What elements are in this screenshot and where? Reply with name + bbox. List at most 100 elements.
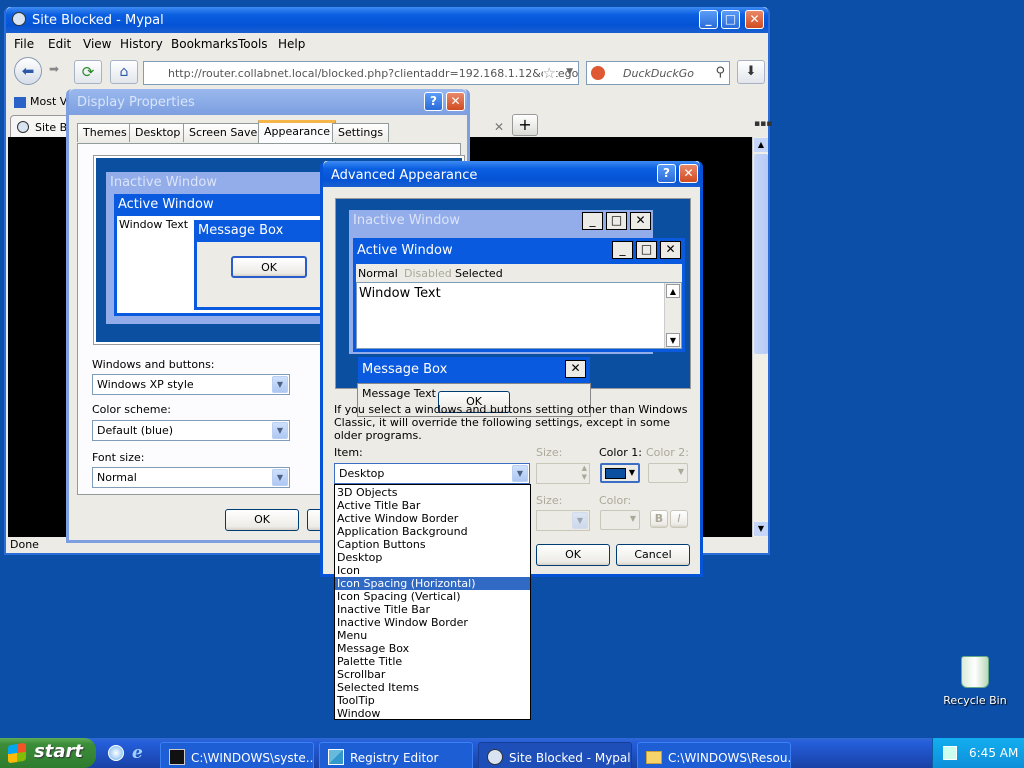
recycle-bin-icon xyxy=(961,656,989,688)
scroll-down-icon[interactable]: ▼ xyxy=(754,522,768,536)
item-option[interactable]: Active Title Bar xyxy=(335,499,530,512)
bookmark-star-icon[interactable]: ☆ xyxy=(542,64,556,82)
advanced-titlebar[interactable]: Advanced Appearance ? ✕ xyxy=(323,161,700,187)
menu-view[interactable]: View xyxy=(83,37,111,51)
tab-list-icon[interactable]: ▪▪▪ xyxy=(754,119,772,129)
scroll-thumb[interactable] xyxy=(754,154,768,354)
status-bar: Done xyxy=(10,538,39,551)
item-option[interactable]: Caption Buttons xyxy=(335,538,530,551)
item-option[interactable]: Inactive Title Bar xyxy=(335,603,530,616)
menu-history[interactable]: History xyxy=(120,37,163,51)
search-bar[interactable]: DuckDuckGo ⚲ xyxy=(586,61,730,85)
item-option[interactable]: Inactive Window Border xyxy=(335,616,530,629)
minimize-icon: _ xyxy=(582,212,603,230)
item-option[interactable]: Menu xyxy=(335,629,530,642)
internet-explorer-icon[interactable]: e xyxy=(132,743,143,763)
color-scheme-value: Default (blue) xyxy=(97,424,174,437)
item-option[interactable]: Application Background xyxy=(335,525,530,538)
close-button[interactable]: ✕ xyxy=(446,92,465,111)
item-option[interactable]: Icon xyxy=(335,564,530,577)
recycle-bin-shortcut[interactable]: Recycle Bin xyxy=(940,656,1010,712)
item-option[interactable]: Scrollbar xyxy=(335,668,530,681)
help-button[interactable]: ? xyxy=(424,92,443,111)
menu-tools[interactable]: Tools xyxy=(238,37,268,51)
reload-button[interactable]: ⟳ xyxy=(74,60,102,84)
item-option[interactable]: Selected Items xyxy=(335,681,530,694)
cancel-button[interactable]: Cancel xyxy=(616,544,690,566)
task-explorer[interactable]: C:\WINDOWS\Resou... xyxy=(637,742,791,768)
task-registry-editor[interactable]: Registry Editor xyxy=(319,742,473,768)
ok-button[interactable]: OK xyxy=(225,509,299,531)
adv-inactive-title: Inactive Window _ □ ✕ xyxy=(349,210,653,234)
maximize-button[interactable]: □ xyxy=(721,10,740,29)
item-option[interactable]: Icon Spacing (Vertical) xyxy=(335,590,530,603)
tab-desktop[interactable]: Desktop xyxy=(129,123,187,142)
url-bar[interactable]: http://router.collabnet.local/blocked.ph… xyxy=(143,61,579,85)
scroll-up-icon[interactable]: ▲ xyxy=(754,138,768,152)
browser-titlebar[interactable]: Site Blocked - Mypal _ □ ✕ xyxy=(6,7,768,33)
tab-themes[interactable]: Themes xyxy=(77,123,133,142)
item-select[interactable]: Desktop ▼ xyxy=(334,463,530,484)
new-tab-button[interactable]: + xyxy=(512,114,538,136)
advanced-preview: Inactive Window _ □ ✕ Active Window _ □ … xyxy=(335,198,691,389)
item-option[interactable]: Desktop xyxy=(335,551,530,564)
tab-appearance[interactable]: Appearance xyxy=(258,120,337,143)
clock[interactable]: 6:45 AM xyxy=(969,746,1018,760)
task-cmd[interactable]: C:\WINDOWS\syste... xyxy=(160,742,314,768)
desktop-icon[interactable] xyxy=(108,745,124,761)
console-icon xyxy=(169,749,185,765)
minimize-icon: _ xyxy=(612,241,633,259)
mypal-icon xyxy=(12,12,26,26)
windows-buttons-select[interactable]: Windows XP style ▼ xyxy=(92,374,290,395)
system-tray: 6:45 AM xyxy=(932,738,1024,768)
item-option[interactable]: ToolTip xyxy=(335,694,530,707)
help-button[interactable]: ? xyxy=(657,164,676,183)
spinner-icon: ▲ ▼ xyxy=(581,464,587,481)
menu-bookmarks[interactable]: Bookmarks xyxy=(171,37,238,51)
chevron-down-icon[interactable]: ▼ xyxy=(272,422,288,439)
menu-edit[interactable]: Edit xyxy=(48,37,71,51)
menu-help[interactable]: Help xyxy=(278,37,305,51)
item-option[interactable]: 3D Objects xyxy=(335,486,530,499)
tab-close-icon[interactable]: ✕ xyxy=(494,120,504,134)
taskbar: start e C:\WINDOWS\syste... Registry Edi… xyxy=(0,738,1024,768)
item-dropdown-list[interactable]: 3D Objects Active Title Bar Active Window … xyxy=(334,484,531,720)
bookmark-label: Most Vi xyxy=(30,95,71,108)
start-button[interactable]: start xyxy=(0,738,96,768)
minimize-button[interactable]: _ xyxy=(699,10,718,29)
ok-button[interactable]: OK xyxy=(536,544,610,566)
color1-picker[interactable]: ▼ xyxy=(600,463,640,483)
close-button[interactable]: ✕ xyxy=(679,164,698,183)
item-option[interactable]: Window xyxy=(335,707,530,720)
item-option[interactable]: Palette Title xyxy=(335,655,530,668)
color-scheme-select[interactable]: Default (blue) ▼ xyxy=(92,420,290,441)
url-dropdown-icon[interactable]: ▼ xyxy=(566,67,573,77)
item-option[interactable]: Message Box xyxy=(335,642,530,655)
menu-file[interactable]: File xyxy=(14,37,34,51)
back-arrow-icon: ⬅ xyxy=(21,62,35,80)
page-favicon xyxy=(17,121,29,133)
home-button[interactable]: ⌂ xyxy=(110,60,138,84)
task-mypal[interactable]: Site Blocked - Mypal xyxy=(478,742,632,768)
display-properties-title: Display Properties xyxy=(77,95,195,110)
close-button[interactable]: ✕ xyxy=(745,10,764,29)
chevron-down-icon[interactable]: ▼ xyxy=(272,376,288,393)
download-button[interactable]: ⬇ xyxy=(737,60,765,84)
back-button[interactable]: ⬅ xyxy=(14,57,42,85)
tab-screen-saver[interactable]: Screen Saver xyxy=(183,123,268,142)
page-scrollbar[interactable]: ▲ ▼ xyxy=(752,137,768,537)
chevron-down-icon[interactable]: ▼ xyxy=(272,469,288,486)
item-option[interactable]: Icon Spacing (Horizontal) xyxy=(335,577,530,590)
tab-settings[interactable]: Settings xyxy=(332,123,390,142)
forward-button[interactable]: ➡ xyxy=(44,62,64,82)
windows-logo-icon xyxy=(8,742,26,764)
item-option[interactable]: Active Window Border xyxy=(335,512,530,525)
color2-picker: ▼ xyxy=(648,463,688,483)
font-color-picker: ▼ xyxy=(600,510,640,530)
chevron-down-icon[interactable]: ▼ xyxy=(512,465,528,482)
display-properties-titlebar[interactable]: Display Properties ? ✕ xyxy=(69,89,467,115)
network-icon[interactable] xyxy=(943,746,957,760)
search-icon[interactable]: ⚲ xyxy=(715,65,725,80)
bookmark-most-visited[interactable]: Most Vi xyxy=(14,95,70,108)
font-size-select[interactable]: Normal ▼ xyxy=(92,467,290,488)
